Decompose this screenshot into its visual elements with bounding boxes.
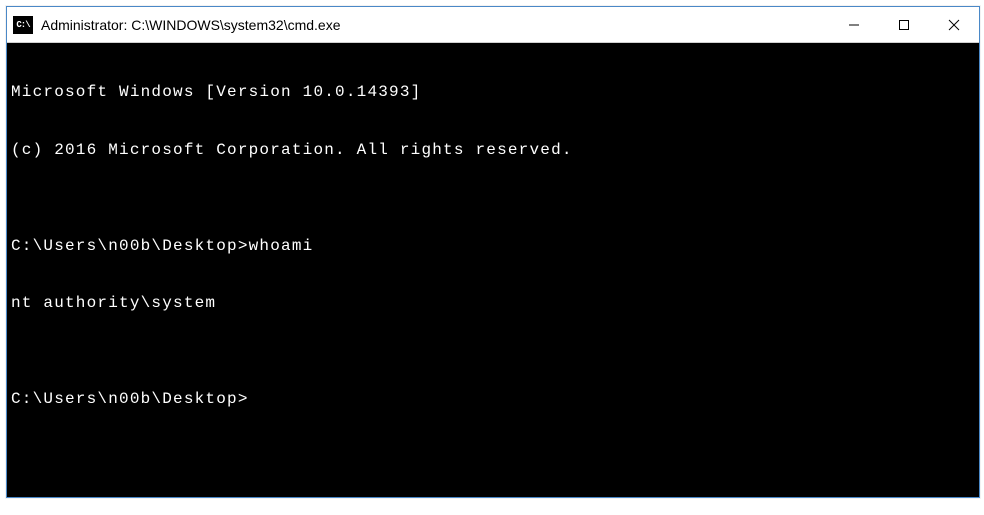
terminal-output[interactable]: Microsoft Windows [Version 10.0.14393] (… <box>7 43 979 497</box>
terminal-line: C:\Users\n00b\Desktop> <box>11 390 975 409</box>
window-title: Administrator: C:\WINDOWS\system32\cmd.e… <box>41 17 341 33</box>
close-button[interactable] <box>929 7 979 42</box>
terminal-line: (c) 2016 Microsoft Corporation. All righ… <box>11 141 975 160</box>
window-controls <box>829 7 979 42</box>
close-icon <box>948 19 960 31</box>
terminal-line: C:\Users\n00b\Desktop>whoami <box>11 237 975 256</box>
cmd-icon: C:\ <box>13 16 33 34</box>
minimize-icon <box>848 19 860 31</box>
titlebar-left: C:\ Administrator: C:\WINDOWS\system32\c… <box>13 16 341 34</box>
maximize-icon <box>898 19 910 31</box>
minimize-button[interactable] <box>829 7 879 42</box>
maximize-button[interactable] <box>879 7 929 42</box>
cmd-window: C:\ Administrator: C:\WINDOWS\system32\c… <box>6 6 980 498</box>
titlebar[interactable]: C:\ Administrator: C:\WINDOWS\system32\c… <box>7 7 979 43</box>
terminal-line: Microsoft Windows [Version 10.0.14393] <box>11 83 975 102</box>
terminal-line: nt authority\system <box>11 294 975 313</box>
